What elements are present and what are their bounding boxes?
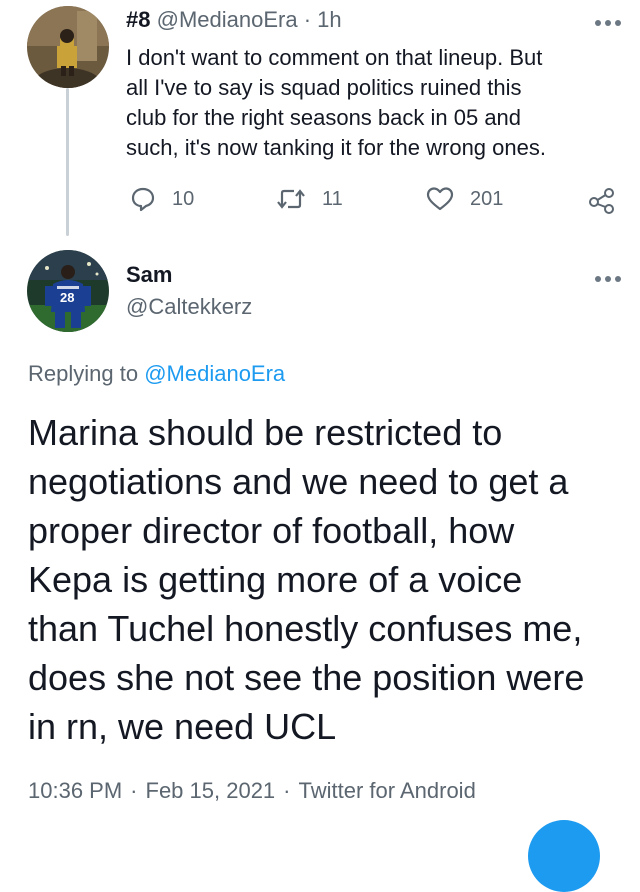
retweet-icon [276,186,306,212]
tweet1-handle[interactable]: @MedianoEra [157,7,298,32]
tweet2-text-line: Marina should be restricted to [28,412,503,453]
tweet2-handle[interactable]: @Caltekkerz [126,294,252,320]
tweet1-text-line: I don't want to comment on that lineup. … [126,45,543,70]
tweet2-metadata: 10:36 PM · Feb 15, 2021 · Twitter for Androi… [28,778,476,804]
tweet2-text-line: than Tuchel honestly confuses me, [28,608,583,649]
replying-to-label: Replying to [28,361,139,386]
tweet2-text-line: does she not see the position were [28,657,585,698]
tweet2-text-line: Kepa is getting more of a voice [28,559,523,600]
tweet2-text-line: in rn, we need UCL [28,706,337,747]
tweet1-display-name[interactable]: #8 [126,7,150,32]
like-count: 201 [470,187,504,210]
tweet1-timestamp[interactable]: 1h [317,7,341,32]
replying-to: Replying to @MedianoEra [28,361,285,387]
tweet1-body: I don't want to comment on that lineup. … [126,43,626,163]
tweet1-text-line: club for the right seasons back in 05 an… [126,105,522,130]
tweet1-text-line: such, it's now tanking it for the wrong … [126,135,546,160]
svg-text:28: 28 [60,290,74,305]
tweet1-more-icon[interactable] [594,10,622,30]
avatar-mediano-era[interactable] [27,6,109,88]
reply-button[interactable]: 10 [130,186,194,212]
avatar-sam[interactable]: 28 [27,250,109,332]
heart-icon [426,186,454,212]
tweet1-text-line: all I've to say is squad politics ruined… [126,75,522,100]
reply-count: 10 [172,187,195,210]
share-icon [588,186,616,214]
replying-to-mention-link[interactable]: @MedianoEra [144,361,285,386]
tweet2-body: Marina should be restricted to negotiati… [28,408,628,751]
tweet1-header: #8 @MedianoEra · 1h [126,4,342,36]
meta-separator: · [283,778,291,803]
tweet2-more-icon[interactable] [594,266,622,286]
tweet2-display-name[interactable]: Sam [126,262,172,288]
reply-icon [130,186,156,212]
retweet-count: 11 [322,187,343,210]
tweet1-separator-dot: · [303,7,312,32]
tweet1-action-bar: 10 11 201 [0,186,640,220]
retweet-button[interactable]: 11 [276,186,343,212]
meta-separator: · [130,778,138,803]
share-button[interactable] [588,186,616,214]
compose-fab-button[interactable] [528,820,600,892]
tweet2-time[interactable]: 10:36 PM [28,778,122,803]
tweet2-text-line: negotiations and we need to get a [28,461,569,502]
tweet2-source-link[interactable]: Twitter for Android [299,778,476,803]
tweet2-date[interactable]: Feb 15, 2021 [146,778,276,803]
like-button[interactable]: 201 [426,186,503,212]
tweet2-text-line: proper director of football, how [28,510,515,551]
